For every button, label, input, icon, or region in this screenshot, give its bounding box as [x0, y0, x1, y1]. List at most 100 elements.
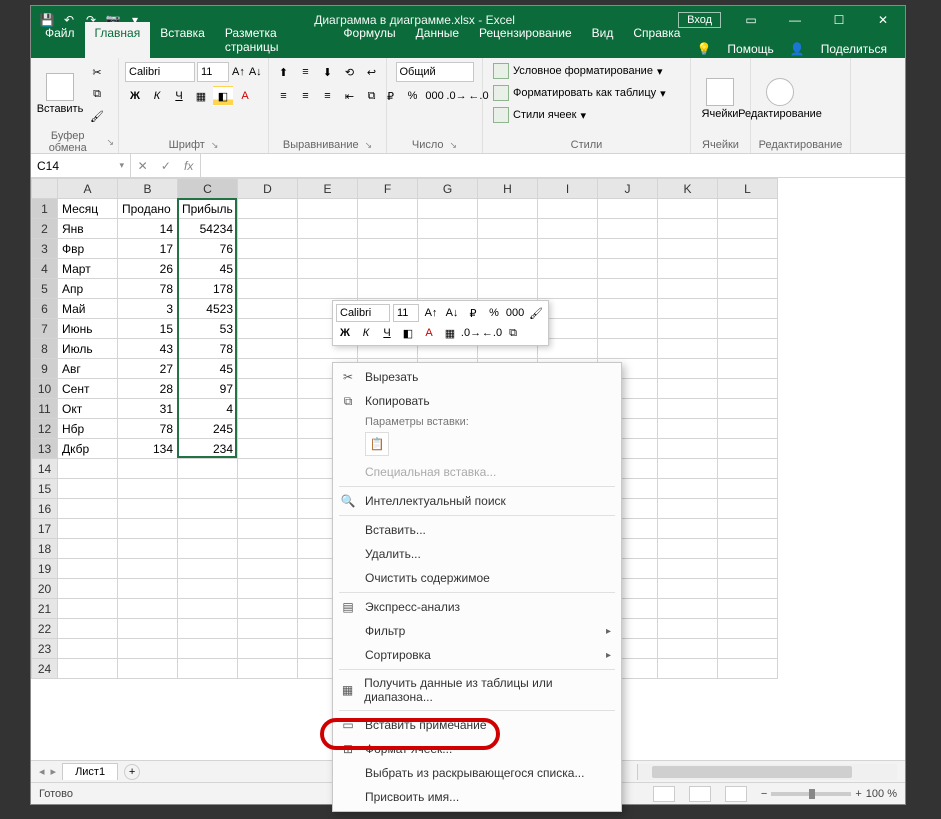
cell[interactable]	[118, 559, 178, 579]
ctx-define-name[interactable]: Присвоить имя...	[333, 785, 621, 809]
cell[interactable]	[598, 319, 658, 339]
cell[interactable]	[718, 439, 778, 459]
column-header[interactable]: D	[238, 179, 298, 199]
editing-button[interactable]: Редактирование	[757, 78, 803, 120]
cell[interactable]: Апр	[58, 279, 118, 299]
cell[interactable]	[58, 659, 118, 679]
cell[interactable]	[58, 539, 118, 559]
cell[interactable]	[178, 619, 238, 639]
mini-decrease-font-icon[interactable]: A↓	[443, 304, 461, 322]
column-header[interactable]: L	[718, 179, 778, 199]
paste-option-icon[interactable]: 📋	[365, 432, 389, 456]
view-normal-icon[interactable]	[653, 786, 675, 802]
enter-formula-icon[interactable]: ✓	[161, 159, 171, 173]
ctx-clear[interactable]: Очистить содержимое	[333, 566, 621, 590]
cell[interactable]	[658, 279, 718, 299]
increase-decimal-icon[interactable]: .0→	[447, 86, 467, 106]
cell[interactable]	[718, 519, 778, 539]
align-bottom-icon[interactable]: ⬇	[318, 62, 338, 82]
fx-icon[interactable]: fx	[184, 159, 193, 173]
cell[interactable]	[58, 459, 118, 479]
column-header[interactable]: H	[478, 179, 538, 199]
cell[interactable]: 3	[118, 299, 178, 319]
cell[interactable]	[658, 379, 718, 399]
cell[interactable]	[718, 479, 778, 499]
cell[interactable]	[718, 339, 778, 359]
cell[interactable]: Нбр	[58, 419, 118, 439]
row-header[interactable]: 15	[32, 479, 58, 499]
ctx-copy[interactable]: ⧉Копировать	[333, 389, 621, 413]
cell[interactable]: 45	[178, 259, 238, 279]
cell[interactable]	[238, 239, 298, 259]
cell[interactable]: 234	[178, 439, 238, 459]
ribbon-tab-файл[interactable]: Файл	[35, 22, 85, 58]
ribbon-tab-вид[interactable]: Вид	[582, 22, 624, 58]
row-header[interactable]: 13	[32, 439, 58, 459]
cell[interactable]	[478, 259, 538, 279]
number-dialog-icon[interactable]: ↘	[450, 140, 458, 151]
row-header[interactable]: 9	[32, 359, 58, 379]
align-top-icon[interactable]: ⬆	[274, 62, 294, 82]
cell[interactable]	[658, 239, 718, 259]
column-header[interactable]: B	[118, 179, 178, 199]
align-left-icon[interactable]: ≡	[274, 86, 294, 106]
ribbon-tab-разметка страницы[interactable]: Разметка страницы	[215, 22, 334, 58]
cell[interactable]	[238, 499, 298, 519]
cell[interactable]	[658, 259, 718, 279]
cell[interactable]	[238, 399, 298, 419]
cell[interactable]: 4523	[178, 299, 238, 319]
cell[interactable]	[718, 499, 778, 519]
share-icon[interactable]: 👤	[784, 40, 811, 58]
cell[interactable]	[718, 199, 778, 219]
row-header[interactable]: 17	[32, 519, 58, 539]
column-header[interactable]: F	[358, 179, 418, 199]
paste-button[interactable]: Вставить	[37, 73, 83, 115]
zoom-in-icon[interactable]: +	[855, 788, 861, 800]
cell[interactable]: Фвр	[58, 239, 118, 259]
cell[interactable]	[238, 559, 298, 579]
formula-input[interactable]	[201, 154, 905, 177]
cell[interactable]	[598, 239, 658, 259]
cell[interactable]	[658, 359, 718, 379]
ribbon-tab-справка[interactable]: Справка	[623, 22, 690, 58]
view-page-break-icon[interactable]	[725, 786, 747, 802]
row-header[interactable]: 5	[32, 279, 58, 299]
cell[interactable]	[178, 519, 238, 539]
cell[interactable]: Месяц	[58, 199, 118, 219]
cell[interactable]	[358, 239, 418, 259]
bold-button[interactable]: Ж	[125, 86, 145, 106]
cell[interactable]	[238, 279, 298, 299]
cell[interactable]	[718, 579, 778, 599]
cell[interactable]: 26	[118, 259, 178, 279]
cell[interactable]: Янв	[58, 219, 118, 239]
zoom-slider[interactable]	[771, 792, 851, 796]
column-header[interactable]: A	[58, 179, 118, 199]
cell[interactable]: 28	[118, 379, 178, 399]
ribbon-display-icon[interactable]: ▭	[729, 6, 773, 34]
cell[interactable]	[178, 479, 238, 499]
cell[interactable]	[118, 659, 178, 679]
select-all-corner[interactable]	[32, 179, 58, 199]
cell[interactable]	[718, 259, 778, 279]
column-header[interactable]: E	[298, 179, 358, 199]
mini-size-combo[interactable]	[393, 304, 419, 322]
cell[interactable]	[658, 459, 718, 479]
cell[interactable]	[418, 279, 478, 299]
align-middle-icon[interactable]: ≡	[296, 62, 316, 82]
merge-icon[interactable]: ⧉	[362, 86, 382, 106]
cell[interactable]	[238, 579, 298, 599]
align-dialog-icon[interactable]: ↘	[365, 140, 373, 151]
cell[interactable]	[658, 479, 718, 499]
cell[interactable]	[58, 579, 118, 599]
ribbon-tab-главная[interactable]: Главная	[85, 22, 151, 58]
cell[interactable]	[58, 519, 118, 539]
row-header[interactable]: 2	[32, 219, 58, 239]
cell[interactable]	[238, 339, 298, 359]
clipboard-dialog-icon[interactable]: ↘	[106, 137, 114, 148]
cell[interactable]	[298, 199, 358, 219]
cell[interactable]	[598, 219, 658, 239]
row-header[interactable]: 22	[32, 619, 58, 639]
row-header[interactable]: 21	[32, 599, 58, 619]
ribbon-tab-вставка[interactable]: Вставка	[150, 22, 215, 58]
cell[interactable]	[58, 499, 118, 519]
